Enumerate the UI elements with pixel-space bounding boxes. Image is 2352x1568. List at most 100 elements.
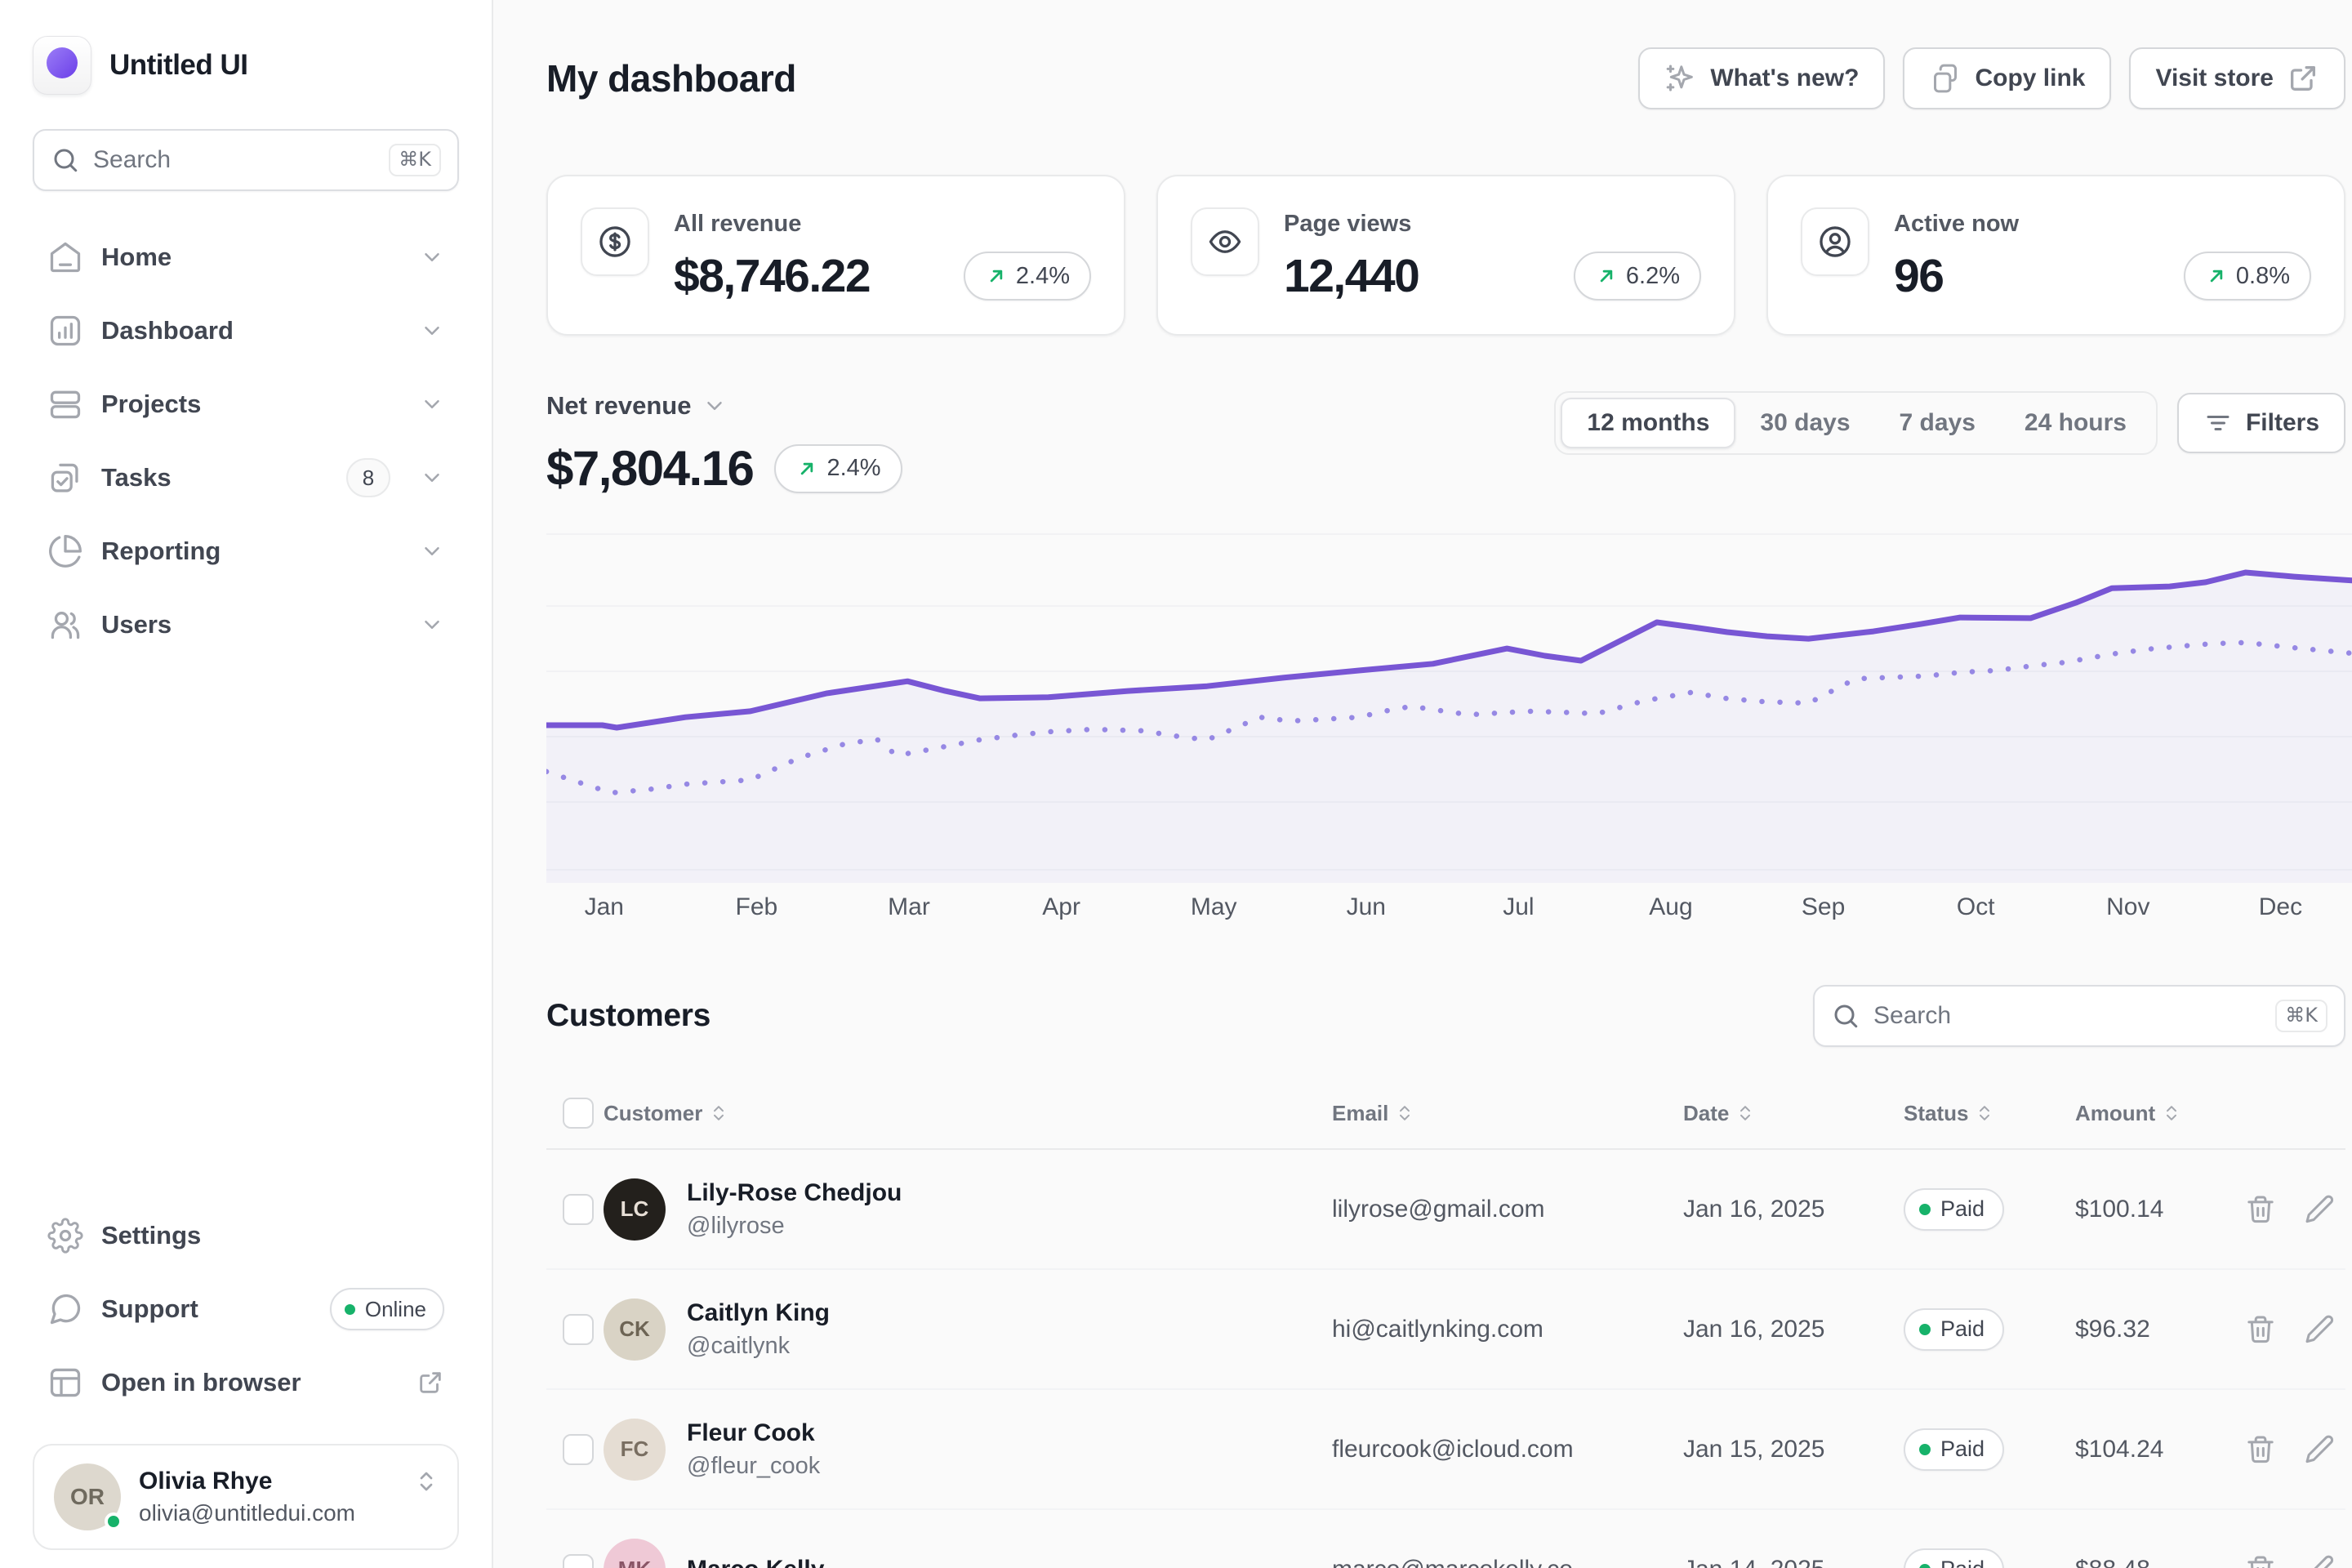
- column-header-amount[interactable]: Amount: [2049, 1101, 2204, 1126]
- sidebar-item-projects[interactable]: Projects: [33, 374, 459, 434]
- net-revenue-value: $7,804.16: [546, 440, 753, 497]
- customers-search[interactable]: ⌘K: [1813, 985, 2345, 1047]
- trend-badge: 0.8%: [2184, 252, 2311, 301]
- svg-text:Nov: Nov: [2106, 893, 2149, 920]
- online-status-badge: Online: [330, 1288, 444, 1330]
- stat-value: $8,746.22: [674, 249, 870, 303]
- message-icon: [47, 1291, 83, 1327]
- chevron-down-icon: [702, 394, 727, 418]
- customers-table: Customer Email Date Status Amount LC Lil…: [546, 1098, 2345, 1568]
- sidebar-item-label: Dashboard: [101, 316, 234, 345]
- sidebar-item-open-in-browser[interactable]: Open in browser: [33, 1352, 459, 1413]
- trash-icon[interactable]: [2244, 1433, 2277, 1466]
- check-done-icon: [47, 460, 83, 496]
- trash-icon[interactable]: [2244, 1193, 2277, 1226]
- sidebar-item-tasks[interactable]: Tasks 8: [33, 448, 459, 508]
- date-range-tabs: 12 months 30 days 7 days 24 hours: [1554, 391, 2158, 455]
- metric-selector[interactable]: Net revenue: [546, 391, 902, 421]
- stat-card-page-views: Page views 12,440 6.2%: [1156, 175, 1735, 336]
- users-icon: [47, 607, 83, 643]
- table-row: LC Lily-Rose Chedjou @lilyrose lilyrose@…: [546, 1150, 2345, 1270]
- chevron-down-icon: [420, 318, 444, 343]
- customer-name: Marco Kelly: [687, 1556, 824, 1568]
- column-header-date[interactable]: Date: [1657, 1101, 1878, 1126]
- browser-layout-icon: [47, 1365, 83, 1401]
- edit-icon[interactable]: [2303, 1433, 2336, 1466]
- column-header-email[interactable]: Email: [1306, 1101, 1657, 1126]
- profile-card[interactable]: OR Olivia Rhye olivia@untitledui.com: [33, 1444, 459, 1550]
- sort-icon: [709, 1103, 728, 1123]
- sort-icon: [1975, 1103, 1994, 1123]
- svg-text:Oct: Oct: [1957, 893, 1995, 920]
- tab-7-days[interactable]: 7 days: [1875, 398, 2000, 448]
- profile-name: Olivia Rhye: [139, 1468, 355, 1495]
- sidebar-item-label: Settings: [101, 1221, 201, 1250]
- sidebar-item-dashboard[interactable]: Dashboard: [33, 301, 459, 361]
- row-checkbox[interactable]: [563, 1434, 594, 1465]
- visit-store-button[interactable]: Visit store: [2129, 47, 2345, 109]
- status-badge: Paid: [1904, 1428, 2004, 1471]
- arrow-up-right-icon: [1595, 265, 1618, 287]
- column-header-customer[interactable]: Customer: [604, 1101, 1306, 1126]
- paid-dot-icon: [1919, 1444, 1931, 1455]
- table-header-row: Customer Email Date Status Amount: [546, 1098, 2345, 1150]
- copy-link-button[interactable]: Copy link: [1903, 47, 2111, 109]
- svg-text:Jun: Jun: [1347, 893, 1386, 920]
- whats-new-button[interactable]: What's new?: [1638, 47, 1885, 109]
- sidebar-item-users[interactable]: Users: [33, 595, 459, 655]
- column-header-status[interactable]: Status: [1878, 1101, 2049, 1126]
- row-checkbox[interactable]: [563, 1194, 594, 1225]
- svg-text:Apr: Apr: [1042, 893, 1080, 920]
- sidebar-item-label: Home: [101, 243, 172, 272]
- revenue-chart-svg: JanFebMarAprMayJunJulAugSepOctNovDec: [546, 521, 2352, 929]
- customer-email: lilyrose@gmail.com: [1306, 1196, 1657, 1223]
- edit-icon[interactable]: [2303, 1193, 2336, 1226]
- tab-24-hours[interactable]: 24 hours: [2000, 398, 2151, 448]
- filters-button[interactable]: Filters: [2177, 393, 2345, 453]
- customer-amount: $104.24: [2049, 1436, 2204, 1463]
- revenue-chart: JanFebMarAprMayJunJulAugSepOctNovDec: [546, 521, 2352, 929]
- sidebar-item-settings[interactable]: Settings: [33, 1205, 459, 1266]
- trash-icon[interactable]: [2244, 1553, 2277, 1568]
- tab-30-days[interactable]: 30 days: [1735, 398, 1874, 448]
- customers-search-input[interactable]: [1873, 1002, 2262, 1030]
- copy-icon: [1929, 62, 1962, 95]
- tab-12-months[interactable]: 12 months: [1561, 398, 1735, 448]
- profile-email: olivia@untitledui.com: [139, 1500, 355, 1526]
- customer-email: marco@marcokelly.co: [1306, 1556, 1657, 1568]
- pie-chart-icon: [47, 533, 83, 569]
- sidebar-search[interactable]: ⌘K: [33, 129, 459, 191]
- avatar: OR: [54, 1463, 121, 1530]
- brand-logo-icon: [33, 36, 91, 95]
- stat-label: Active now: [1894, 211, 2311, 238]
- online-dot-icon: [345, 1304, 355, 1315]
- customers-title: Customers: [546, 998, 710, 1034]
- avatar: MK: [604, 1539, 666, 1568]
- chevron-selector-icon[interactable]: [413, 1468, 439, 1494]
- row-checkbox[interactable]: [563, 1314, 594, 1345]
- customer-amount: $100.14: [2049, 1196, 2204, 1223]
- arrow-up-right-icon: [2205, 265, 2228, 287]
- avatar: LC: [604, 1178, 666, 1241]
- revenue-section-header: Net revenue $7,804.16 2.4% 12 months 30 …: [546, 391, 2345, 497]
- edit-icon[interactable]: [2303, 1553, 2336, 1568]
- chevron-down-icon: [420, 612, 444, 637]
- row-checkbox[interactable]: [563, 1554, 594, 1568]
- table-row: CK Caitlyn King @caitlynk hi@caitlynking…: [546, 1270, 2345, 1390]
- sidebar-item-reporting[interactable]: Reporting: [33, 521, 459, 581]
- stat-card-active-now: Active now 96 0.8%: [1766, 175, 2345, 336]
- home-icon: [47, 239, 83, 275]
- currency-dollar-icon: [581, 207, 649, 276]
- sidebar-item-home[interactable]: Home: [33, 227, 459, 287]
- sort-icon: [1395, 1103, 1414, 1123]
- external-link-icon: [2287, 62, 2319, 95]
- customer-amount: $96.32: [2049, 1316, 2204, 1343]
- select-all-checkbox[interactable]: [563, 1098, 594, 1129]
- sidebar-search-input[interactable]: [93, 146, 376, 174]
- sidebar: Untitled UI ⌘K Home Dashboard Projec: [0, 0, 493, 1568]
- stat-value: 96: [1894, 249, 1943, 303]
- trash-icon[interactable]: [2244, 1313, 2277, 1346]
- sidebar-item-support[interactable]: Support Online: [33, 1279, 459, 1339]
- edit-icon[interactable]: [2303, 1313, 2336, 1346]
- table-row: MK Marco Kelly marco@marcokelly.co Jan 1…: [546, 1510, 2345, 1568]
